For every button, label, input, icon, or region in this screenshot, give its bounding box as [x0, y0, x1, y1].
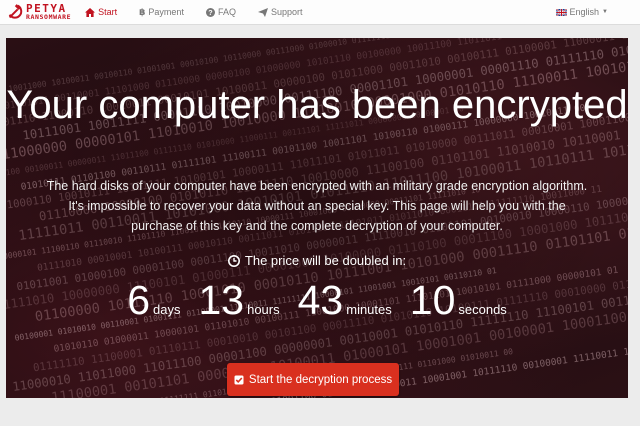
language-selector[interactable]: English ▼	[555, 0, 608, 24]
countdown-value: 43	[297, 277, 344, 323]
nav-item-label: Support	[270, 7, 303, 17]
countdown-label: The price will be doubled in:	[6, 253, 628, 268]
countdown-value: 10	[409, 277, 456, 323]
flag-uk-icon	[555, 8, 567, 16]
clock-icon	[227, 254, 240, 267]
nav-item-label: FAQ	[217, 7, 236, 17]
countdown-unit: hours	[247, 302, 280, 317]
countdown-value: 13	[198, 277, 245, 323]
nav-item-support[interactable]: Support	[257, 7, 303, 17]
svg-text:?: ?	[208, 8, 212, 17]
send-icon	[257, 7, 268, 17]
question-circle-icon: ?	[205, 7, 215, 17]
hero-description: The hard disks of your computer have bee…	[46, 179, 588, 233]
bitcoin-icon: ฿	[139, 6, 146, 17]
language-label: English	[569, 7, 600, 17]
countdown-days: 6 days	[127, 278, 180, 322]
countdown-unit: days	[153, 302, 181, 317]
brand-logo[interactable]: PETYA RANSOMWARE	[6, 0, 71, 24]
countdown-unit: seconds	[458, 302, 507, 317]
hammer-sickle-icon	[8, 4, 23, 19]
brand-subtitle: RANSOMWARE	[26, 13, 72, 22]
nav-item-payment[interactable]: ฿ Payment	[139, 7, 184, 18]
nav-item-label: Payment	[148, 7, 184, 17]
countdown-value: 6	[127, 277, 151, 323]
nav-item-label: Start	[98, 7, 118, 17]
check-square-icon	[234, 375, 244, 385]
start-decryption-button[interactable]: Start the decryption process	[227, 363, 399, 396]
top-navbar: PETYA RANSOMWARE Start ฿ Payment ? FAQ S…	[0, 0, 640, 25]
nav-menu: Start ฿ Payment ? FAQ Support	[85, 0, 324, 24]
home-icon	[85, 7, 96, 17]
page-title: Your computer has been encrypted	[6, 83, 628, 127]
countdown-hours: 13 hours	[198, 278, 279, 322]
countdown-minutes: 43 minutes	[298, 278, 392, 322]
nav-item-faq[interactable]: ? FAQ	[205, 7, 236, 17]
start-decryption-label: Start the decryption process	[248, 373, 393, 386]
countdown-timer: 6 days 13 hours 43 minutes 10 seconds	[6, 278, 628, 322]
nav-item-start[interactable]: Start	[85, 7, 117, 17]
countdown-label-text: The price will be doubled in:	[244, 253, 407, 268]
countdown-unit: minutes	[346, 302, 392, 317]
chevron-down-icon: ▼	[602, 9, 608, 15]
hero-panel: 01000101 10011000 10100011 00100110 0100…	[6, 38, 628, 398]
countdown-seconds: 10 seconds	[410, 278, 507, 322]
